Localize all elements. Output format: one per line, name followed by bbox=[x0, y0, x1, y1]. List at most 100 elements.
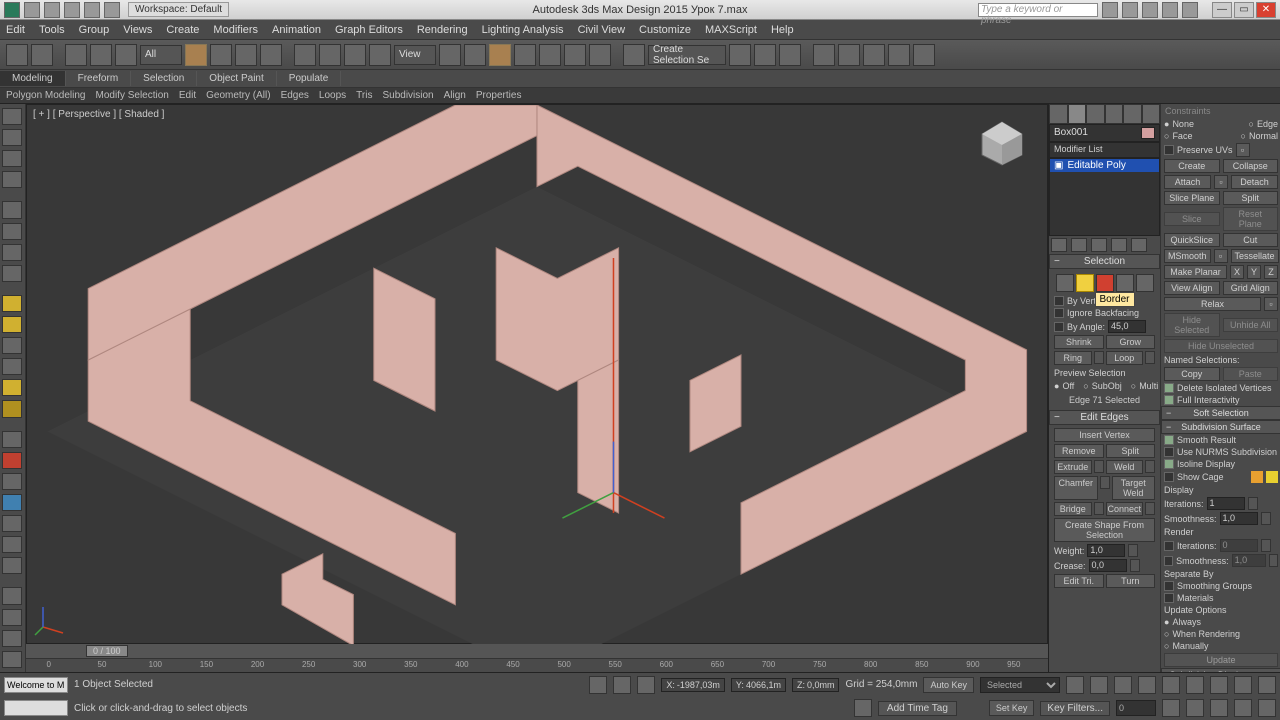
constraint-none-radio[interactable]: None bbox=[1172, 119, 1194, 129]
update-manual-radio[interactable]: Manually bbox=[1172, 641, 1208, 651]
paste-sel-button[interactable]: Paste bbox=[1223, 367, 1279, 381]
modifier-stack[interactable]: ▣ Editable Poly bbox=[1049, 158, 1160, 236]
star-icon[interactable] bbox=[1142, 2, 1158, 18]
weld-settings-icon[interactable] bbox=[1145, 460, 1155, 473]
scale-button[interactable] bbox=[344, 44, 366, 66]
make-unique-icon[interactable] bbox=[1091, 238, 1107, 252]
lt-btn-20[interactable] bbox=[2, 536, 22, 553]
insert-vertex-button[interactable]: Insert Vertex bbox=[1054, 428, 1155, 442]
time-slider[interactable]: 0 / 100 bbox=[26, 644, 1048, 658]
rollout-soft-sel-header[interactable]: Soft Selection bbox=[1161, 406, 1280, 420]
ribbon-sub-props[interactable]: Properties bbox=[476, 90, 522, 101]
pin-stack-icon[interactable] bbox=[1051, 238, 1067, 252]
connect-button[interactable]: Connect bbox=[1106, 502, 1144, 516]
lt-btn-5[interactable] bbox=[2, 201, 22, 218]
by-vertex-checkbox[interactable] bbox=[1054, 296, 1064, 306]
hierarchy-tab-icon[interactable] bbox=[1086, 104, 1105, 124]
display-iter-spinner[interactable]: 1 bbox=[1207, 497, 1245, 510]
grow-button[interactable]: Grow bbox=[1106, 335, 1156, 349]
play-start-icon[interactable] bbox=[1066, 676, 1084, 694]
lt-btn-11[interactable] bbox=[2, 337, 22, 354]
isolate-icon[interactable] bbox=[613, 676, 631, 694]
turn-button[interactable]: Turn bbox=[1106, 574, 1156, 588]
update-render-radio[interactable]: When Rendering bbox=[1172, 629, 1240, 639]
angle-spinner[interactable]: 45,0 bbox=[1108, 320, 1146, 333]
menu-edit[interactable]: Edit bbox=[6, 24, 25, 36]
planar-y-button[interactable]: Y bbox=[1247, 265, 1261, 279]
frame-indicator[interactable]: 0 / 100 bbox=[86, 645, 128, 657]
ring-spinner[interactable] bbox=[1094, 351, 1104, 364]
lt-btn-7[interactable] bbox=[2, 244, 22, 261]
selection-filter-dropdown[interactable]: All bbox=[140, 45, 182, 65]
subobj-edge-icon[interactable] bbox=[1076, 274, 1094, 292]
unhide-all-button[interactable]: Unhide All bbox=[1223, 318, 1279, 332]
open-icon[interactable] bbox=[44, 2, 60, 18]
menu-help[interactable]: Help bbox=[771, 24, 794, 36]
hide-selected-button[interactable]: Hide Selected bbox=[1164, 313, 1220, 337]
lt-btn-19[interactable] bbox=[2, 515, 22, 532]
viewport-perspective[interactable]: [ + ] [ Perspective ] [ Shaded ] bbox=[26, 104, 1048, 644]
ring-button[interactable]: Ring bbox=[1054, 351, 1092, 365]
attach-button[interactable]: Attach bbox=[1164, 175, 1211, 189]
subobj-vertex-icon[interactable] bbox=[1056, 274, 1074, 292]
time-ruler[interactable]: 0501001502002503003504004505005506006507… bbox=[26, 658, 1048, 672]
reset-plane-button[interactable]: Reset Plane bbox=[1223, 207, 1279, 231]
lt-btn-16[interactable] bbox=[2, 452, 22, 469]
by-angle-checkbox[interactable] bbox=[1054, 322, 1064, 332]
preview-multi-radio[interactable]: Multi bbox=[1139, 381, 1158, 391]
menu-modifiers[interactable]: Modifiers bbox=[213, 24, 258, 36]
ribbon-sub-geom[interactable]: Geometry (All) bbox=[206, 90, 270, 101]
ribbon-sub-edit[interactable]: Edit bbox=[179, 90, 196, 101]
quickslice-button[interactable]: QuickSlice bbox=[1164, 233, 1220, 247]
render-smooth-spinner[interactable]: 1,0 bbox=[1232, 554, 1266, 567]
play-end-icon[interactable] bbox=[1162, 676, 1180, 694]
schematic-view-button[interactable] bbox=[813, 44, 835, 66]
ref-coord-button[interactable] bbox=[369, 44, 391, 66]
planar-z-button[interactable]: Z bbox=[1264, 265, 1278, 279]
ribbon-sub-loops[interactable]: Loops bbox=[319, 90, 346, 101]
rollout-subdiv-surf-header[interactable]: Subdivision Surface bbox=[1161, 420, 1280, 434]
isoline-checkbox[interactable] bbox=[1164, 459, 1174, 469]
slice-plane-button[interactable]: Slice Plane bbox=[1164, 191, 1220, 205]
key-filters-dropdown[interactable]: Selected bbox=[980, 677, 1060, 693]
copy-sel-button[interactable]: Copy bbox=[1164, 367, 1220, 381]
viewcube[interactable] bbox=[977, 117, 1027, 167]
menu-animation[interactable]: Animation bbox=[272, 24, 321, 36]
play-button-icon[interactable] bbox=[1114, 676, 1132, 694]
ribbon-tab-modeling[interactable]: Modeling bbox=[0, 71, 66, 86]
menu-lighting[interactable]: Lighting Analysis bbox=[482, 24, 564, 36]
subobj-border-icon[interactable]: Border bbox=[1096, 274, 1114, 292]
planar-x-button[interactable]: X bbox=[1230, 265, 1244, 279]
ribbon-tab-freeform[interactable]: Freeform bbox=[66, 71, 132, 86]
ribbon-tab-object-paint[interactable]: Object Paint bbox=[197, 71, 276, 86]
ribbon-sub-edges[interactable]: Edges bbox=[281, 90, 309, 101]
auto-key-button[interactable]: Auto Key bbox=[923, 677, 974, 693]
update-button[interactable]: Update bbox=[1164, 653, 1278, 667]
target-weld-button[interactable]: Target Weld bbox=[1112, 476, 1156, 500]
time-config-icon[interactable] bbox=[1162, 699, 1180, 717]
new-icon[interactable] bbox=[24, 2, 40, 18]
percent-snap-button[interactable] bbox=[539, 44, 561, 66]
constraint-edge-radio[interactable]: Edge bbox=[1257, 119, 1278, 129]
menu-maxscript[interactable]: MAXScript bbox=[705, 24, 757, 36]
ribbon-sub-modify[interactable]: Modify Selection bbox=[96, 90, 169, 101]
align-button[interactable] bbox=[729, 44, 751, 66]
snap-toggle-button[interactable] bbox=[489, 44, 511, 66]
bridge-settings-icon[interactable] bbox=[1094, 502, 1104, 515]
bind-button[interactable] bbox=[115, 44, 137, 66]
motion-tab-icon[interactable] bbox=[1105, 104, 1124, 124]
connect-settings-icon[interactable] bbox=[1145, 502, 1155, 515]
lt-btn-17[interactable] bbox=[2, 473, 22, 490]
lt-btn-13[interactable] bbox=[2, 379, 22, 396]
nav-pan-icon[interactable] bbox=[1186, 699, 1204, 717]
remove-mod-icon[interactable] bbox=[1111, 238, 1127, 252]
ribbon-sub-subdiv[interactable]: Subdivision bbox=[382, 90, 433, 101]
show-cage-checkbox[interactable] bbox=[1164, 472, 1174, 482]
object-color-swatch[interactable] bbox=[1141, 127, 1155, 139]
shrink-button[interactable]: Shrink bbox=[1054, 335, 1104, 349]
nav-walk-icon[interactable] bbox=[1210, 699, 1228, 717]
render-setup-button[interactable] bbox=[863, 44, 885, 66]
render-frame-button[interactable] bbox=[888, 44, 910, 66]
rollout-edit-edges-header[interactable]: Edit Edges bbox=[1049, 410, 1160, 425]
named-selection-dropdown[interactable]: Create Selection Se bbox=[648, 45, 726, 65]
